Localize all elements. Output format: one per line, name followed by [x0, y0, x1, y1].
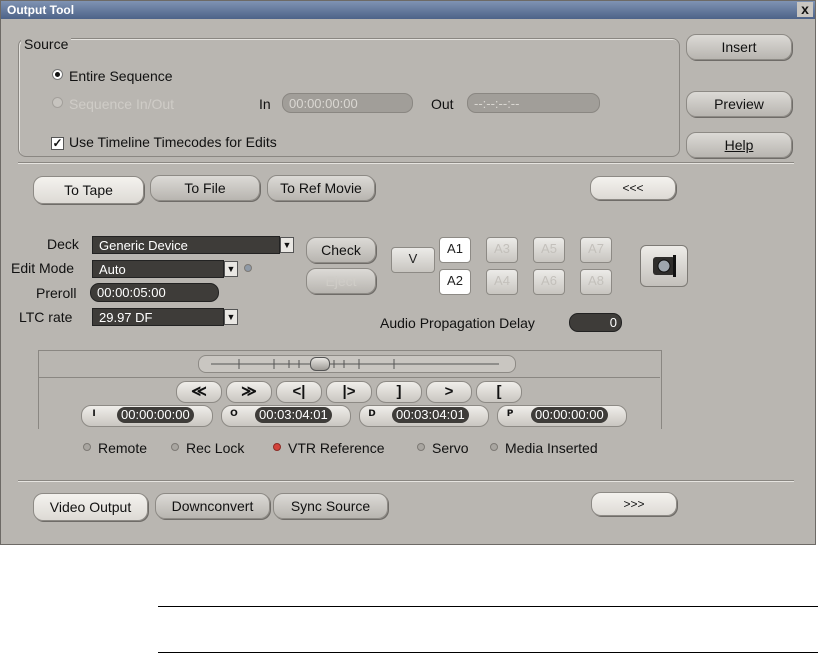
deck-control-divider	[38, 377, 660, 378]
window-title: Output Tool	[7, 3, 75, 17]
mark-out-button[interactable]: ]	[376, 381, 422, 403]
preroll-field[interactable]: 00:00:05:00	[90, 283, 219, 302]
servo-led-icon	[417, 443, 425, 451]
out-timecode-field[interactable]: --:--:--:--	[467, 93, 600, 113]
output-tool-window: Output Tool x Source Entire Sequence Seq…	[0, 0, 816, 545]
divider-top	[18, 162, 794, 164]
collapse-button[interactable]: <<<	[590, 176, 676, 200]
tab-to-tape[interactable]: To Tape	[33, 176, 144, 204]
edit-mode-label: Edit Mode	[11, 260, 75, 276]
track-a5-button[interactable]: A5	[533, 237, 565, 263]
edit-mode-chevron-down-icon[interactable]: ▼	[224, 261, 238, 277]
tc-duration-label: D	[368, 409, 376, 419]
tab-to-ref-movie[interactable]: To Ref Movie	[267, 175, 375, 201]
eject-button[interactable]: Eject	[306, 268, 376, 294]
deck-label: Deck	[47, 236, 79, 252]
camera-icon	[653, 255, 676, 277]
deck-dropdown[interactable]: Generic Device	[92, 236, 280, 254]
shuttle-slider-ticks	[211, 359, 499, 369]
source-group-label: Source	[21, 36, 72, 52]
audio-delay-label: Audio Propagation Delay	[380, 315, 535, 331]
track-a3-button[interactable]: A3	[486, 237, 518, 263]
vtr-reference-status-label: VTR Reference	[288, 440, 385, 456]
check-button[interactable]: Check	[306, 237, 376, 263]
tc-out-label: O	[230, 409, 238, 419]
track-a8-button[interactable]: A8	[580, 269, 612, 295]
document-rule-top	[158, 606, 818, 607]
rec-lock-led-icon	[171, 443, 179, 451]
preroll-label: Preroll	[36, 285, 77, 301]
tc-in-label: I	[92, 409, 96, 419]
audio-delay-field[interactable]: 0	[569, 313, 622, 332]
step-forward-button[interactable]: |>	[326, 381, 372, 403]
out-label: Out	[431, 96, 454, 112]
tab-downconvert[interactable]: Downconvert	[155, 493, 270, 519]
ltc-rate-label: LTC rate	[19, 309, 73, 325]
radio-entire-sequence[interactable]	[52, 69, 63, 80]
play-button[interactable]: >	[426, 381, 472, 403]
track-a2-button[interactable]: A2	[439, 269, 471, 295]
tc-in-value[interactable]: 00:00:00:00	[117, 407, 194, 423]
camera-button[interactable]	[640, 245, 688, 287]
document-rule-bottom	[158, 652, 818, 653]
media-inserted-led-icon	[490, 443, 498, 451]
edit-mode-indicator-icon	[244, 264, 252, 272]
track-a7-button[interactable]: A7	[580, 237, 612, 263]
mark-in-button[interactable]: [	[476, 381, 522, 403]
expand-button[interactable]: >>>	[591, 492, 677, 516]
in-label: In	[259, 96, 271, 112]
help-button[interactable]: Help	[686, 132, 792, 158]
deck-dropdown-chevron-down-icon[interactable]: ▼	[280, 237, 294, 253]
servo-status-label: Servo	[432, 440, 469, 456]
rewind-button[interactable]: ≪	[176, 381, 222, 403]
fast-forward-button[interactable]: ≫	[226, 381, 272, 403]
help-button-label: Help	[724, 137, 754, 153]
ltc-rate-dropdown[interactable]: 29.97 DF	[92, 308, 224, 326]
radio-sequence-inout-label: Sequence In/Out	[69, 96, 175, 112]
tc-position-label: P	[506, 409, 514, 419]
shuttle-slider-thumb[interactable]	[310, 357, 330, 371]
divider-bottom	[18, 480, 794, 482]
media-inserted-status-label: Media Inserted	[505, 440, 598, 456]
vtr-reference-led-icon	[273, 443, 281, 451]
use-timeline-tc-label: Use Timeline Timecodes for Edits	[69, 134, 277, 150]
tc-duration-value[interactable]: 00:03:04:01	[392, 407, 469, 423]
preview-button[interactable]: Preview	[686, 91, 792, 117]
track-video-button[interactable]: V	[391, 247, 435, 273]
track-a6-button[interactable]: A6	[533, 269, 565, 295]
track-a1-button[interactable]: A1	[439, 237, 471, 263]
radio-sequence-inout[interactable]	[52, 97, 63, 108]
rec-lock-status-label: Rec Lock	[186, 440, 245, 456]
remote-status-label: Remote	[98, 440, 148, 456]
remote-led-icon	[83, 443, 91, 451]
step-back-button[interactable]: <|	[276, 381, 322, 403]
insert-button[interactable]: Insert	[686, 34, 792, 60]
tc-position-value[interactable]: 00:00:00:00	[531, 407, 608, 423]
tab-to-file[interactable]: To File	[150, 175, 260, 201]
close-icon[interactable]: x	[797, 2, 813, 17]
tab-sync-source[interactable]: Sync Source	[273, 493, 388, 519]
title-bar[interactable]: Output Tool x	[1, 1, 815, 19]
use-timeline-tc-checkbox[interactable]: ✓	[51, 137, 64, 150]
track-a4-button[interactable]: A4	[486, 269, 518, 295]
shuttle-slider-track[interactable]	[198, 355, 516, 373]
radio-entire-sequence-label: Entire Sequence	[69, 68, 173, 84]
tab-video-output[interactable]: Video Output	[33, 493, 148, 521]
in-timecode-field[interactable]: 00:00:00:00	[282, 93, 413, 113]
tc-out-value[interactable]: 00:03:04:01	[255, 407, 332, 423]
ltc-rate-chevron-down-icon[interactable]: ▼	[224, 309, 238, 325]
edit-mode-dropdown[interactable]: Auto	[92, 260, 224, 278]
